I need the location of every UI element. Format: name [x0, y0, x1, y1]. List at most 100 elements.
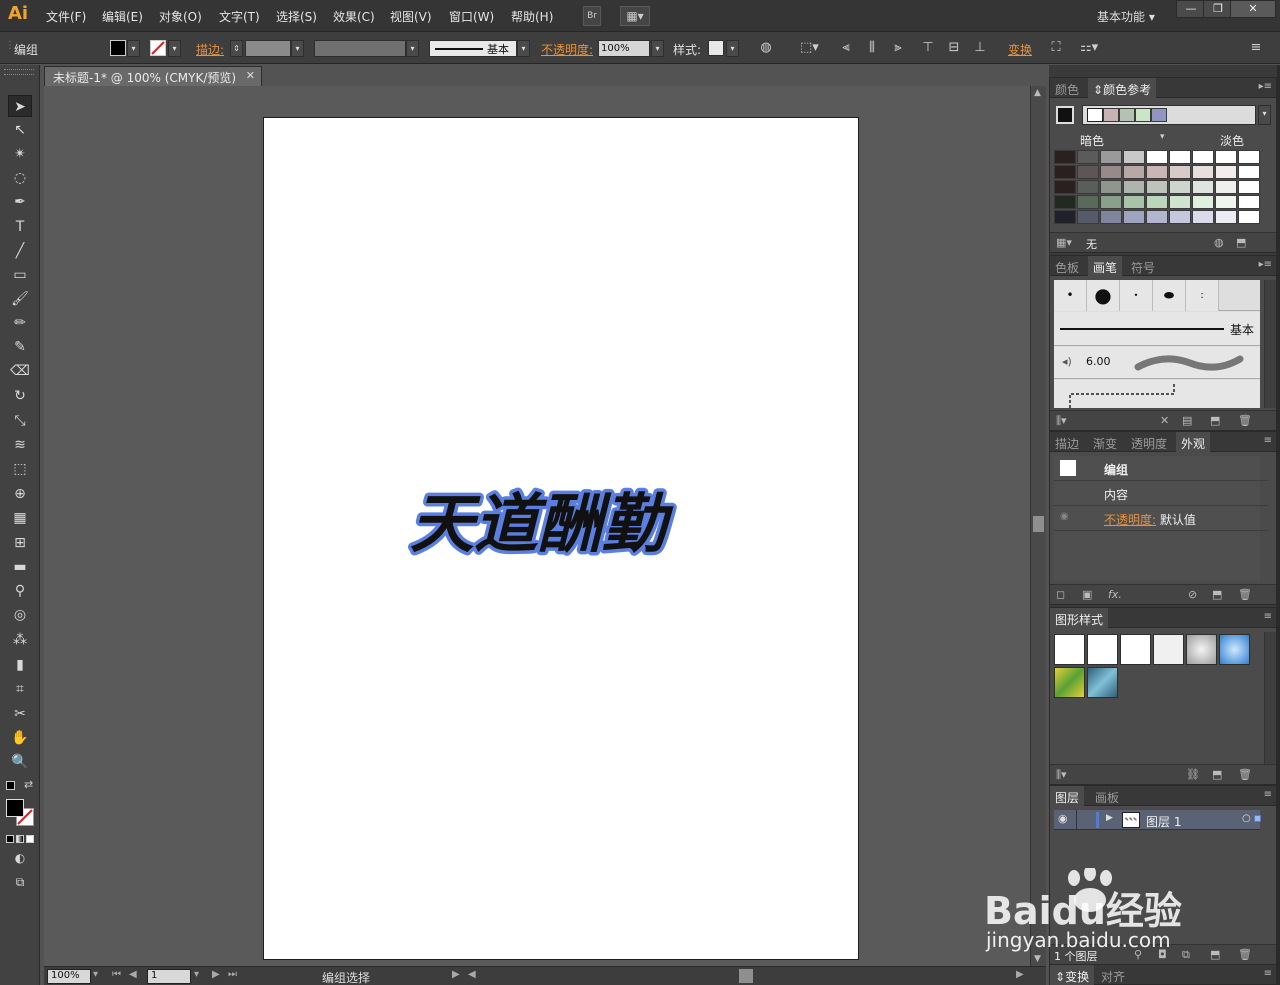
- direct-selection-tool[interactable]: ↖: [8, 119, 32, 141]
- brush-oval[interactable]: ⬬: [1153, 280, 1186, 311]
- shape-builder-tool[interactable]: ⊕: [8, 483, 32, 505]
- new-sublayer-icon[interactable]: ⧉: [1182, 948, 1190, 962]
- tab-brushes[interactable]: 画笔: [1088, 256, 1123, 276]
- tab-artboards[interactable]: 画板: [1090, 786, 1124, 806]
- menu-view[interactable]: 视图(V): [390, 8, 432, 25]
- graphic-style-swatch[interactable]: [1186, 634, 1217, 665]
- align-bottom-icon[interactable]: ⊥: [972, 40, 988, 56]
- swatch-library-icon[interactable]: ▦▾: [1056, 236, 1072, 249]
- brush-dot-large[interactable]: ●: [1087, 280, 1120, 311]
- artboard[interactable]: 天道酬勤 天道酬勤: [263, 117, 859, 960]
- artboard-tool[interactable]: ⌗: [8, 678, 32, 700]
- fill-color-swatch[interactable]: [110, 40, 126, 56]
- color-variation-swatch[interactable]: [1100, 195, 1122, 209]
- brush-dot-tiny[interactable]: •: [1120, 280, 1153, 311]
- brush-definition[interactable]: 基本: [429, 40, 517, 57]
- brushes-menu-icon[interactable]: ▸≡: [1259, 259, 1272, 270]
- column-graph-tool[interactable]: ▮: [8, 654, 32, 676]
- color-variation-swatch[interactable]: [1123, 195, 1145, 209]
- graphic-style-swatch[interactable]: [1087, 667, 1118, 698]
- align-left-icon[interactable]: ⫷: [838, 40, 854, 56]
- menu-select[interactable]: 选择(S): [276, 8, 317, 25]
- color-variation-swatch[interactable]: [1100, 210, 1122, 224]
- variable-width-profile[interactable]: [314, 40, 406, 57]
- close-document-icon[interactable]: ✕: [246, 69, 255, 82]
- color-variation-swatch[interactable]: [1238, 165, 1260, 179]
- tab-appearance[interactable]: 外观: [1176, 432, 1211, 452]
- type-tool[interactable]: T: [8, 216, 32, 238]
- zoom-dropdown-icon[interactable]: ▾: [93, 969, 98, 980]
- calligraphy-artwork[interactable]: 天道酬勤 天道酬勤: [406, 478, 696, 568]
- color-variation-swatch[interactable]: [1169, 165, 1191, 179]
- stroke-dropdown[interactable]: ▾: [168, 40, 181, 57]
- rotate-tool[interactable]: ↻: [8, 385, 32, 407]
- workspace-switcher[interactable]: 基本功能 ▾: [1097, 8, 1155, 25]
- opacity-dropdown[interactable]: ▾: [651, 40, 664, 57]
- appearance-opacity-row[interactable]: ◉ 不透明度: 默认值: [1054, 506, 1268, 531]
- color-variation-swatch[interactable]: [1215, 195, 1237, 209]
- brush-dropdown[interactable]: ▾: [517, 40, 530, 57]
- menu-object[interactable]: 对象(O): [159, 8, 202, 25]
- delete-layer-icon[interactable]: 🗑: [1238, 948, 1252, 961]
- swap-fill-stroke-icon[interactable]: ⇄: [24, 778, 33, 791]
- color-variation-swatch[interactable]: [1238, 180, 1260, 194]
- add-fill-icon[interactable]: ▣: [1082, 588, 1092, 601]
- magic-wand-tool[interactable]: ✴: [8, 143, 32, 165]
- layer-visibility-icon[interactable]: ◉: [1058, 812, 1068, 825]
- opacity-field[interactable]: 100%: [598, 40, 650, 57]
- style-library-icon[interactable]: ⫼▾: [1056, 768, 1067, 782]
- visibility-eye-icon[interactable]: ◉: [1060, 511, 1069, 522]
- layer-target-icon[interactable]: ○: [1242, 813, 1251, 824]
- harmony-rules[interactable]: [1082, 105, 1256, 125]
- bridge-button[interactable]: Br: [583, 6, 601, 26]
- perspective-grid-tool[interactable]: ▦: [8, 507, 32, 529]
- color-variation-swatch[interactable]: [1077, 180, 1099, 194]
- new-style-icon[interactable]: ⬒: [1212, 768, 1222, 781]
- recolor-artwork-icon[interactable]: ◍: [758, 40, 774, 56]
- new-brush-icon[interactable]: ⬒: [1210, 414, 1220, 427]
- menu-effect[interactable]: 效果(C): [333, 8, 375, 25]
- horizontal-scroll-thumb[interactable]: [739, 969, 753, 983]
- hand-tool[interactable]: ✋: [8, 727, 32, 749]
- color-variation-swatch[interactable]: [1100, 165, 1122, 179]
- menu-file[interactable]: 文件(F): [46, 8, 86, 25]
- color-variation-swatch[interactable]: [1077, 150, 1099, 164]
- graphic-style-swatch[interactable]: [1054, 667, 1085, 698]
- rectangle-tool[interactable]: ▭: [8, 264, 32, 286]
- close-window-button[interactable]: ✕: [1230, 0, 1276, 18]
- harmony-dropdown[interactable]: ▾: [1258, 105, 1271, 125]
- menu-help[interactable]: 帮助(H): [511, 8, 553, 25]
- color-mode-icon[interactable]: [6, 835, 14, 843]
- scroll-right-icon[interactable]: ▶: [1016, 969, 1024, 980]
- paintbrush-tool[interactable]: 🖌: [8, 288, 32, 310]
- next-artboard-icon[interactable]: ▶: [212, 969, 220, 980]
- color-variation-swatch[interactable]: [1054, 165, 1076, 179]
- zoom-tool[interactable]: 🔍: [8, 751, 32, 773]
- eyedropper-tool[interactable]: ⚲: [8, 580, 32, 602]
- tab-align[interactable]: 对齐: [1096, 965, 1130, 985]
- menu-type[interactable]: 文字(T): [219, 8, 260, 25]
- edit-colors-icon[interactable]: ◍: [1214, 236, 1224, 249]
- first-artboard-icon[interactable]: ⏮: [112, 969, 121, 980]
- none-mode-icon[interactable]: [26, 835, 34, 843]
- tab-transform[interactable]: ⇕变换: [1050, 965, 1095, 985]
- color-variation-swatch[interactable]: [1146, 180, 1168, 194]
- layer-name[interactable]: 图层 1: [1146, 813, 1181, 830]
- graphic-style-swatch[interactable]: [1087, 634, 1118, 665]
- color-variation-swatch[interactable]: [1169, 180, 1191, 194]
- color-variation-swatch[interactable]: [1146, 165, 1168, 179]
- tools-grip[interactable]: [4, 69, 34, 75]
- color-variation-swatch[interactable]: [1054, 180, 1076, 194]
- fx-icon[interactable]: fx.: [1108, 588, 1122, 601]
- selection-tool[interactable]: ➤: [8, 95, 32, 117]
- delete-item-icon[interactable]: 🗑: [1238, 588, 1252, 601]
- blend-tool[interactable]: ◎: [8, 604, 32, 626]
- color-variation-swatch[interactable]: [1215, 210, 1237, 224]
- add-stroke-icon[interactable]: ◻: [1056, 588, 1065, 601]
- tab-stroke[interactable]: 描边: [1050, 432, 1084, 452]
- color-variation-swatch[interactable]: [1215, 180, 1237, 194]
- color-variation-swatch[interactable]: [1077, 165, 1099, 179]
- harmony-swatch[interactable]: [1135, 108, 1151, 122]
- color-variation-swatch[interactable]: [1169, 210, 1191, 224]
- canvas-area[interactable]: 天道酬勤 天道酬勤: [44, 86, 1030, 966]
